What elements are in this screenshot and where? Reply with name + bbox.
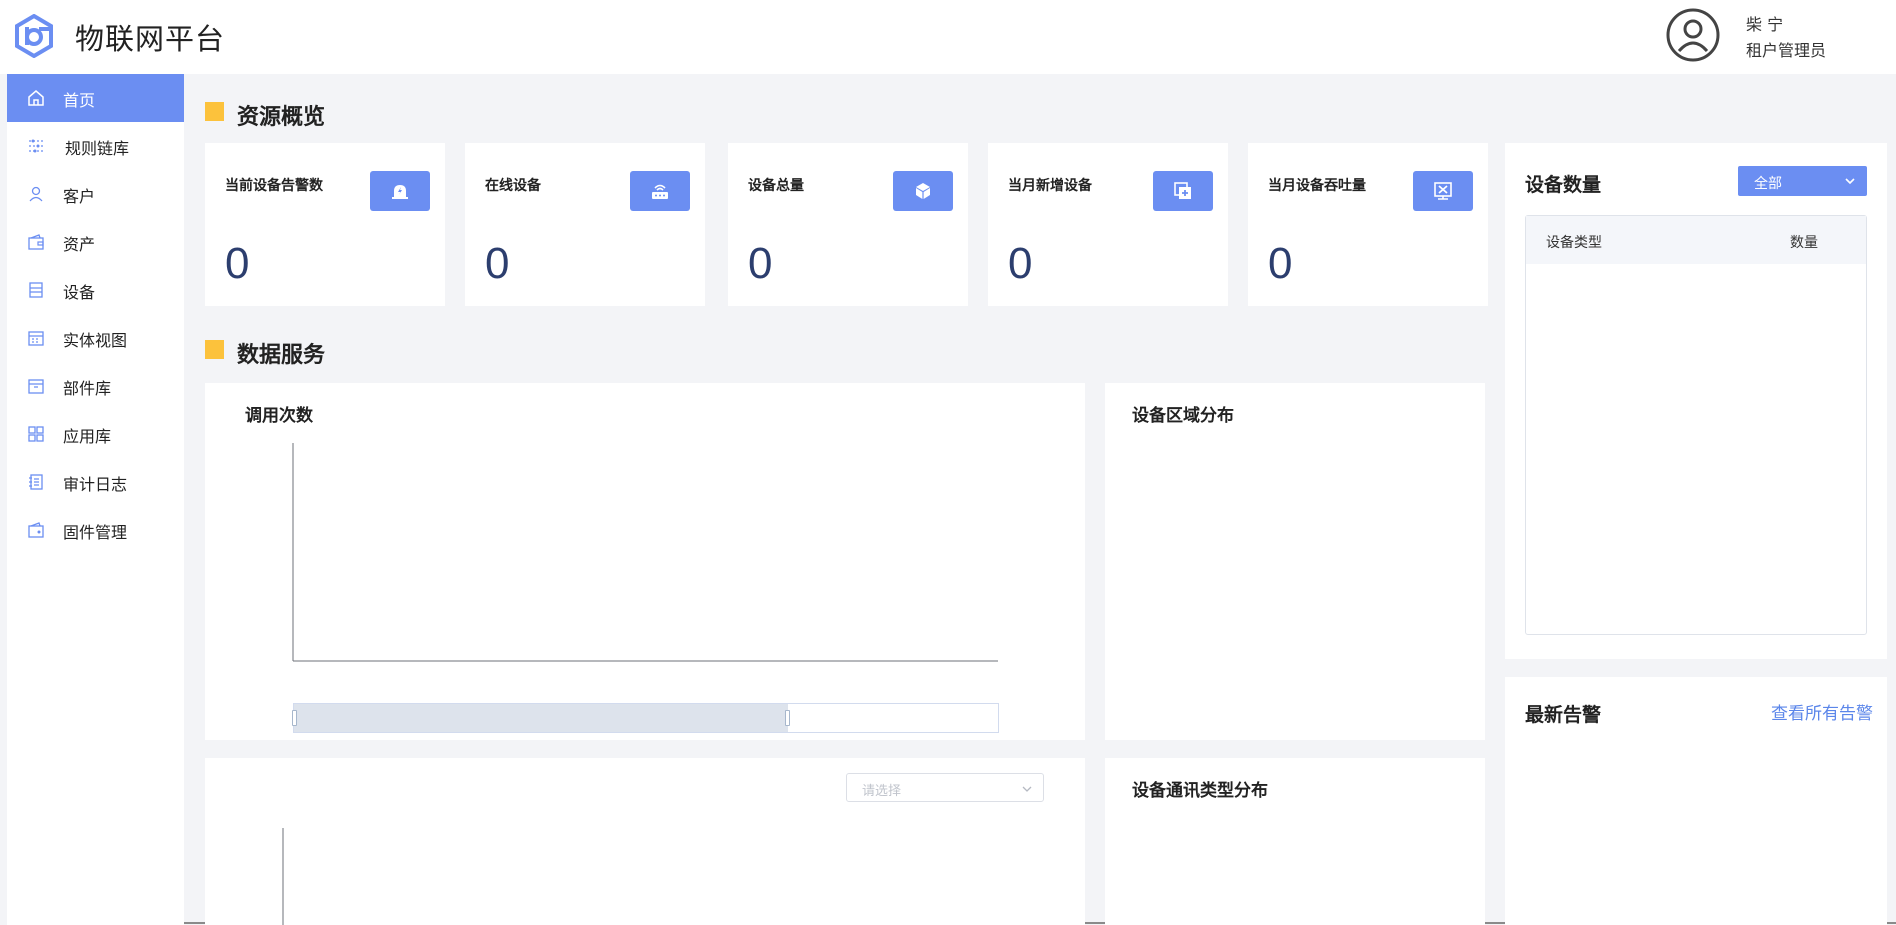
server-icon xyxy=(29,282,43,298)
stat-label: 在线设备 xyxy=(485,178,541,194)
stat-value: 0 xyxy=(1268,239,1293,288)
sidebar-item-label: 首页 xyxy=(63,91,96,110)
section-marker xyxy=(205,102,224,121)
throughput-button[interactable] xyxy=(1413,171,1473,211)
app-title: 物联网平台 xyxy=(75,22,226,56)
rules-icon xyxy=(29,139,43,153)
sidebar-item-home[interactable]: 首页 xyxy=(7,74,184,122)
sidebar-item-label: 设备 xyxy=(63,283,96,302)
log-icon xyxy=(29,474,43,490)
stat-card-throughput: 当月设备吞吐量 0 xyxy=(1248,143,1488,306)
stat-label: 设备总量 xyxy=(748,178,804,194)
stat-label: 当月新增设备 xyxy=(1008,178,1092,194)
view-all-alarms-link[interactable]: 查看所有告警 xyxy=(1771,699,1873,724)
sidebar-item-devices[interactable]: 设备 xyxy=(7,266,184,314)
top-header: 物联网平台 柴 宁 租户管理员 xyxy=(0,0,1896,74)
stat-value: 0 xyxy=(225,239,250,288)
overview-section-title: 资源概览 xyxy=(237,105,326,130)
router-icon xyxy=(652,184,668,199)
sidebar-item-audit-logs[interactable]: 审计日志 xyxy=(7,458,184,506)
sidebar-item-label: 审计日志 xyxy=(63,475,128,494)
platform-logo-icon xyxy=(15,14,53,58)
dropdown-value: 全部 xyxy=(1754,176,1782,192)
region-distribution-panel xyxy=(1105,383,1485,740)
region-distribution-title: 设备区域分布 xyxy=(1132,406,1234,426)
data-services-section-title: 数据服务 xyxy=(237,343,326,368)
total-devices-button[interactable] xyxy=(893,171,953,211)
alarm-icon xyxy=(392,185,408,199)
call-count-chart xyxy=(292,443,998,662)
stat-value: 0 xyxy=(1008,239,1033,288)
zoom-handle-left[interactable] xyxy=(292,710,297,726)
sidebar-item-rules[interactable]: 规则链库 xyxy=(7,122,184,170)
chart-zoom-slider[interactable] xyxy=(292,703,999,733)
device-type-filter-dropdown[interactable]: 全部 xyxy=(1738,166,1867,196)
sidebar-item-widgets[interactable]: 部件库 xyxy=(7,362,184,410)
sidebar-item-label: 固件管理 xyxy=(63,523,128,542)
zoom-slider-range[interactable] xyxy=(294,704,788,732)
sidebar-item-apps[interactable]: 应用库 xyxy=(7,410,184,458)
latest-alarms-title: 最新告警 xyxy=(1525,704,1602,726)
secondary-chart xyxy=(282,828,284,925)
home-icon xyxy=(28,90,44,106)
user-icon xyxy=(29,186,43,202)
device-count-title: 设备数量 xyxy=(1525,174,1602,196)
stat-value: 0 xyxy=(748,239,773,288)
stat-card-new-monthly: 当月新增设备 0 xyxy=(988,143,1228,306)
alarms-button[interactable] xyxy=(370,171,430,211)
add-copy-icon xyxy=(1174,182,1191,199)
stat-card-alarms: 当前设备告警数 0 xyxy=(205,143,445,306)
firmware-icon xyxy=(28,522,44,538)
online-devices-button[interactable] xyxy=(630,171,690,211)
sidebar-item-firmware[interactable]: 固件管理 xyxy=(7,506,184,554)
new-devices-button[interactable] xyxy=(1153,171,1213,211)
sidebar-item-customers[interactable]: 客户 xyxy=(7,170,184,218)
table-header: 设备类型 数量 xyxy=(1526,216,1866,264)
cube-icon xyxy=(916,183,930,199)
stat-card-total: 设备总量 0 xyxy=(728,143,968,306)
user-avatar-icon[interactable] xyxy=(1665,7,1721,63)
sidebar-item-label: 客户 xyxy=(63,187,96,206)
zoom-handle-right[interactable] xyxy=(785,710,790,726)
sidebar-item-label: 应用库 xyxy=(63,427,112,446)
wallet-icon xyxy=(28,234,44,250)
sidebar-item-assets[interactable]: 资产 xyxy=(7,218,184,266)
device-count-table: 设备类型 数量 xyxy=(1525,215,1867,635)
stat-label: 当前设备告警数 xyxy=(225,178,323,194)
comm-type-title: 设备通讯类型分布 xyxy=(1132,781,1268,801)
chevron-down-icon xyxy=(1845,178,1855,185)
column-header-count: 数量 xyxy=(1790,235,1818,251)
user-role: 租户管理员 xyxy=(1746,41,1827,60)
sidebar-item-label: 资产 xyxy=(63,235,96,254)
stat-label: 当月设备吞吐量 xyxy=(1268,178,1366,194)
grid-icon xyxy=(28,426,44,442)
column-header-type: 设备类型 xyxy=(1546,235,1602,251)
section-marker xyxy=(205,340,224,359)
monitor-close-icon xyxy=(1434,182,1452,200)
sidebar-item-label: 部件库 xyxy=(63,379,112,398)
sidebar-item-entity-views[interactable]: 实体视图 xyxy=(7,314,184,362)
sidebar-nav: 首页 规则链库 客户 资产 设备 实体视图 部件库 应用库 审计日志 固件管理 xyxy=(7,74,184,925)
stat-card-online: 在线设备 0 xyxy=(465,143,705,306)
calendar-icon xyxy=(28,331,44,346)
box-icon xyxy=(28,379,44,394)
sidebar-item-label: 实体视图 xyxy=(63,331,128,350)
stat-value: 0 xyxy=(485,239,510,288)
user-name: 柴 宁 xyxy=(1746,15,1784,34)
sidebar-item-label: 规则链库 xyxy=(65,139,130,158)
